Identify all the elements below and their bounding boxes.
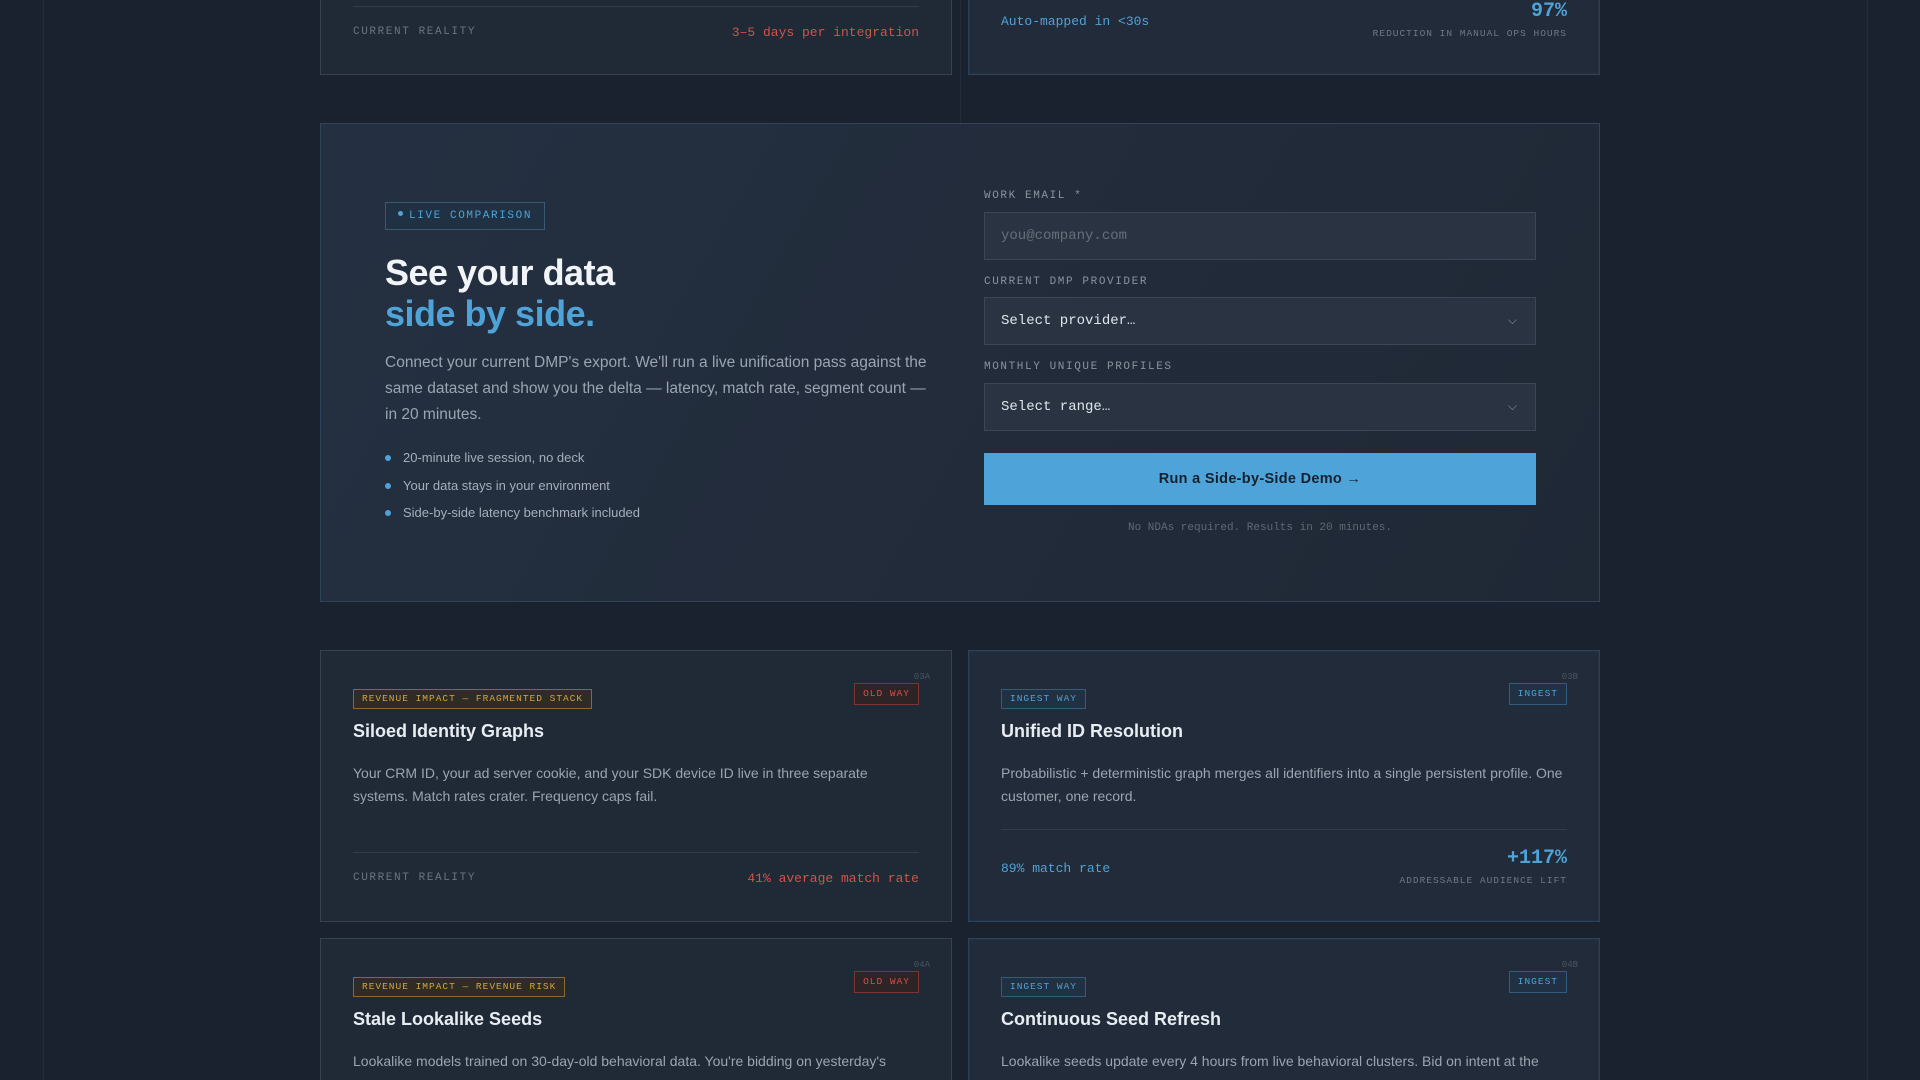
reality-label: CURRENT REALITY xyxy=(353,26,477,38)
benefit-text: 20-minute live session, no deck xyxy=(403,450,585,465)
provider-select[interactable]: Select provider… ⌵ xyxy=(984,297,1536,345)
impact-tag: REVENUE IMPACT — FRAGMENTED STACK xyxy=(353,689,593,709)
comparison-card-new-top: Auto-mapped in <30s 97% REDUCTION IN MAN… xyxy=(968,0,1600,75)
demo-title: See your data side by side. xyxy=(385,252,615,334)
live-comparison-badge: LIVE COMPARISON xyxy=(385,202,546,230)
card-number: 04A xyxy=(913,960,930,970)
impact-tag: REVENUE IMPACT — REVENUE RISK xyxy=(353,977,566,997)
feature-card-new: 03B INGEST WAY INGEST Unified ID Resolut… xyxy=(968,650,1600,922)
feature-title: Continuous Seed Refresh xyxy=(1001,1009,1222,1029)
center-divider xyxy=(960,0,961,124)
comparison-card-old-top: CURRENT REALITY 3–5 days per integration xyxy=(320,0,952,75)
page-edge-right xyxy=(1867,0,1868,1080)
stat-caption: REDUCTION IN MANUAL OPS HOURS xyxy=(1372,28,1567,39)
feature-description: Your CRM ID, your ad server cookie, and … xyxy=(353,765,868,804)
page-edge-left xyxy=(43,0,44,1080)
card-divider xyxy=(353,852,919,853)
feature-description: Lookalike models trained on 30-day-old b… xyxy=(353,1053,887,1069)
feature-card-old: 04A REVENUE IMPACT — REVENUE RISK OLD WA… xyxy=(320,938,952,1080)
profiles-select[interactable]: Select range… ⌵ xyxy=(984,383,1536,431)
profiles-label: MONTHLY UNIQUE PROFILES xyxy=(984,361,1173,373)
reality-value: 3–5 days per integration xyxy=(731,25,919,40)
card-number: 04B xyxy=(1561,960,1578,970)
provider-label: CURRENT DMP PROVIDER xyxy=(984,276,1149,288)
chevron-down-icon: ⌵ xyxy=(1507,314,1517,328)
demo-description: Connect your current DMP's export. We'll… xyxy=(385,354,927,423)
bullet-dot-icon xyxy=(385,482,391,489)
feature-description: Probabilistic + deterministic graph merg… xyxy=(1001,765,1563,804)
old-way-badge: OLD WAY xyxy=(854,683,919,705)
ingest-tag: INGEST WAY xyxy=(1001,977,1087,997)
stat-caption: ADDRESSABLE AUDIENCE LIFT xyxy=(1399,875,1567,886)
old-way-badge: OLD WAY xyxy=(854,971,919,993)
feature-card-new: 04B INGEST WAY INGEST Continuous Seed Re… xyxy=(968,938,1600,1080)
result-value: 89% match rate xyxy=(1001,861,1111,876)
bullet-dot-icon xyxy=(385,455,391,461)
card-number: 03B xyxy=(1561,672,1578,682)
ingest-tag: INGEST WAY xyxy=(1001,689,1087,709)
demo-title-line1: See your data xyxy=(385,252,615,293)
reality-value: 41% average match rate xyxy=(747,871,919,886)
benefit-text: Side-by-side latency benchmark included xyxy=(403,505,641,520)
run-demo-button[interactable]: Run a Side-by-Side Demo → xyxy=(984,453,1536,505)
feature-description: Lookalike seeds update every 4 hours fro… xyxy=(1001,1053,1539,1069)
email-placeholder: you@company.com xyxy=(1001,228,1128,244)
feature-title: Unified ID Resolution xyxy=(1001,721,1183,741)
ingest-badge: INGEST xyxy=(1508,683,1567,705)
email-field[interactable]: you@company.com xyxy=(984,212,1536,260)
cta-note: No NDAs required. Results in 20 minutes. xyxy=(1127,522,1393,534)
chevron-down-icon: ⌵ xyxy=(1507,400,1517,414)
benefit-text: Your data stays in your environment xyxy=(403,477,610,493)
profiles-selected-value: Select range… xyxy=(1001,399,1111,415)
ingest-badge: INGEST xyxy=(1508,971,1567,993)
stat-value: 97% xyxy=(1530,0,1567,23)
bullet-dot-icon xyxy=(385,510,391,516)
stat-value: +117% xyxy=(1506,847,1567,870)
benefit-item: Your data stays in your environment xyxy=(385,477,640,505)
benefit-item: 20-minute live session, no deck xyxy=(385,449,640,477)
benefit-list: 20-minute live session, no deck Your dat… xyxy=(385,449,640,532)
demo-title-line2: side by side. xyxy=(385,293,595,334)
benefit-item: Side-by-side latency benchmark included xyxy=(385,504,640,532)
card-number: 03A xyxy=(913,672,930,682)
demo-request-panel: LIVE COMPARISON See your data side by si… xyxy=(320,123,1600,602)
feature-card-old: 03A REVENUE IMPACT — FRAGMENTED STACK OL… xyxy=(320,650,952,922)
live-comparison-label: LIVE COMPARISON xyxy=(409,210,533,222)
card-divider xyxy=(1001,829,1567,830)
live-dot-icon xyxy=(398,211,403,216)
email-label: WORK EMAIL * xyxy=(984,190,1083,202)
reality-label: CURRENT REALITY xyxy=(353,872,477,884)
feature-title: Stale Lookalike Seeds xyxy=(353,1009,543,1029)
provider-selected-value: Select provider… xyxy=(1001,313,1136,329)
card-divider xyxy=(353,6,919,7)
result-value: Auto-mapped in <30s xyxy=(1001,14,1150,29)
feature-title: Siloed Identity Graphs xyxy=(353,721,545,741)
